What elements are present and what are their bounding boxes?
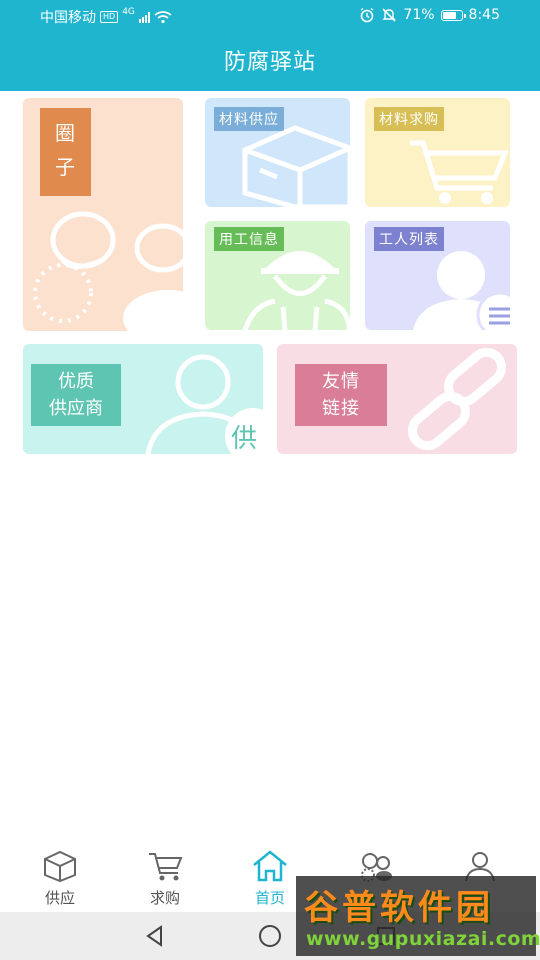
mute-icon: [382, 8, 397, 22]
tile-quality-supplier-label-2: 供应商: [49, 398, 103, 419]
status-bar: 中国移动 HD 4G 71% 8:45: [0, 0, 540, 32]
page-title: 防腐驿站: [223, 50, 316, 75]
tile-circle-label-2: 子: [55, 155, 76, 179]
tile-friend-links-label-2: 链接: [322, 398, 360, 419]
signal-icon: [138, 11, 150, 23]
tile-friend-links[interactable]: 友情 链接: [277, 344, 517, 454]
battery-icon: [440, 9, 466, 21]
user-list-icon: [413, 251, 510, 330]
watermark: 谷普软件园 www.gupuxiazai.com: [296, 876, 540, 956]
home-icon: [253, 850, 287, 882]
tile-material-purchase[interactable]: 材料求购: [365, 98, 510, 207]
tile-quality-supplier[interactable]: 优质 供应商 供: [23, 344, 263, 454]
cart-icon: [149, 853, 183, 881]
nav-label-purchase: 求购: [149, 889, 180, 907]
watermark-url: www.gupuxiazai.com: [306, 928, 540, 950]
tile-labor-info[interactable]: 用工信息: [205, 221, 350, 330]
supplier-badge: 供: [231, 424, 258, 454]
box-icon: [242, 125, 350, 207]
people-group-icon: [33, 211, 183, 331]
tile-circle-tag: 圈 子: [40, 108, 91, 196]
nav-label-supply: 供应: [44, 889, 75, 907]
tile-worker-list[interactable]: 工人列表: [365, 221, 510, 330]
tile-circle[interactable]: 圈 子: [23, 98, 183, 331]
watermark-main: 谷普软件园: [304, 888, 494, 928]
nav-item-purchase[interactable]: 求购: [125, 849, 205, 908]
home-button-icon[interactable]: [257, 923, 283, 949]
network-type: 4G: [122, 7, 135, 17]
tile-quality-supplier-tag: 优质 供应商: [31, 364, 121, 426]
link-icon: [408, 347, 506, 451]
cart-icon: [410, 140, 509, 204]
nav-label-home: 首页: [254, 889, 285, 907]
app-header: 中国移动 HD 4G 71% 8:45 防腐驿站: [0, 0, 540, 91]
box-icon: [44, 850, 76, 883]
wifi-icon: [154, 10, 172, 23]
tile-quality-supplier-label-1: 优质: [58, 371, 94, 392]
alarm-icon: [361, 7, 374, 23]
nav-item-supply[interactable]: 供应: [20, 849, 100, 908]
tile-material-supply[interactable]: 材料供应: [205, 98, 350, 207]
battery-percent: 71%: [403, 7, 435, 23]
tile-friend-links-tag: 友情 链接: [295, 364, 387, 426]
carrier-name: 中国移动: [40, 10, 96, 26]
clock: 8:45: [468, 7, 500, 23]
back-icon[interactable]: [143, 924, 167, 948]
worker-icon: [242, 251, 350, 330]
tile-friend-links-label-1: 友情: [322, 371, 360, 392]
tile-circle-label-1: 圈: [55, 121, 76, 145]
hd-badge: HD: [100, 11, 119, 23]
